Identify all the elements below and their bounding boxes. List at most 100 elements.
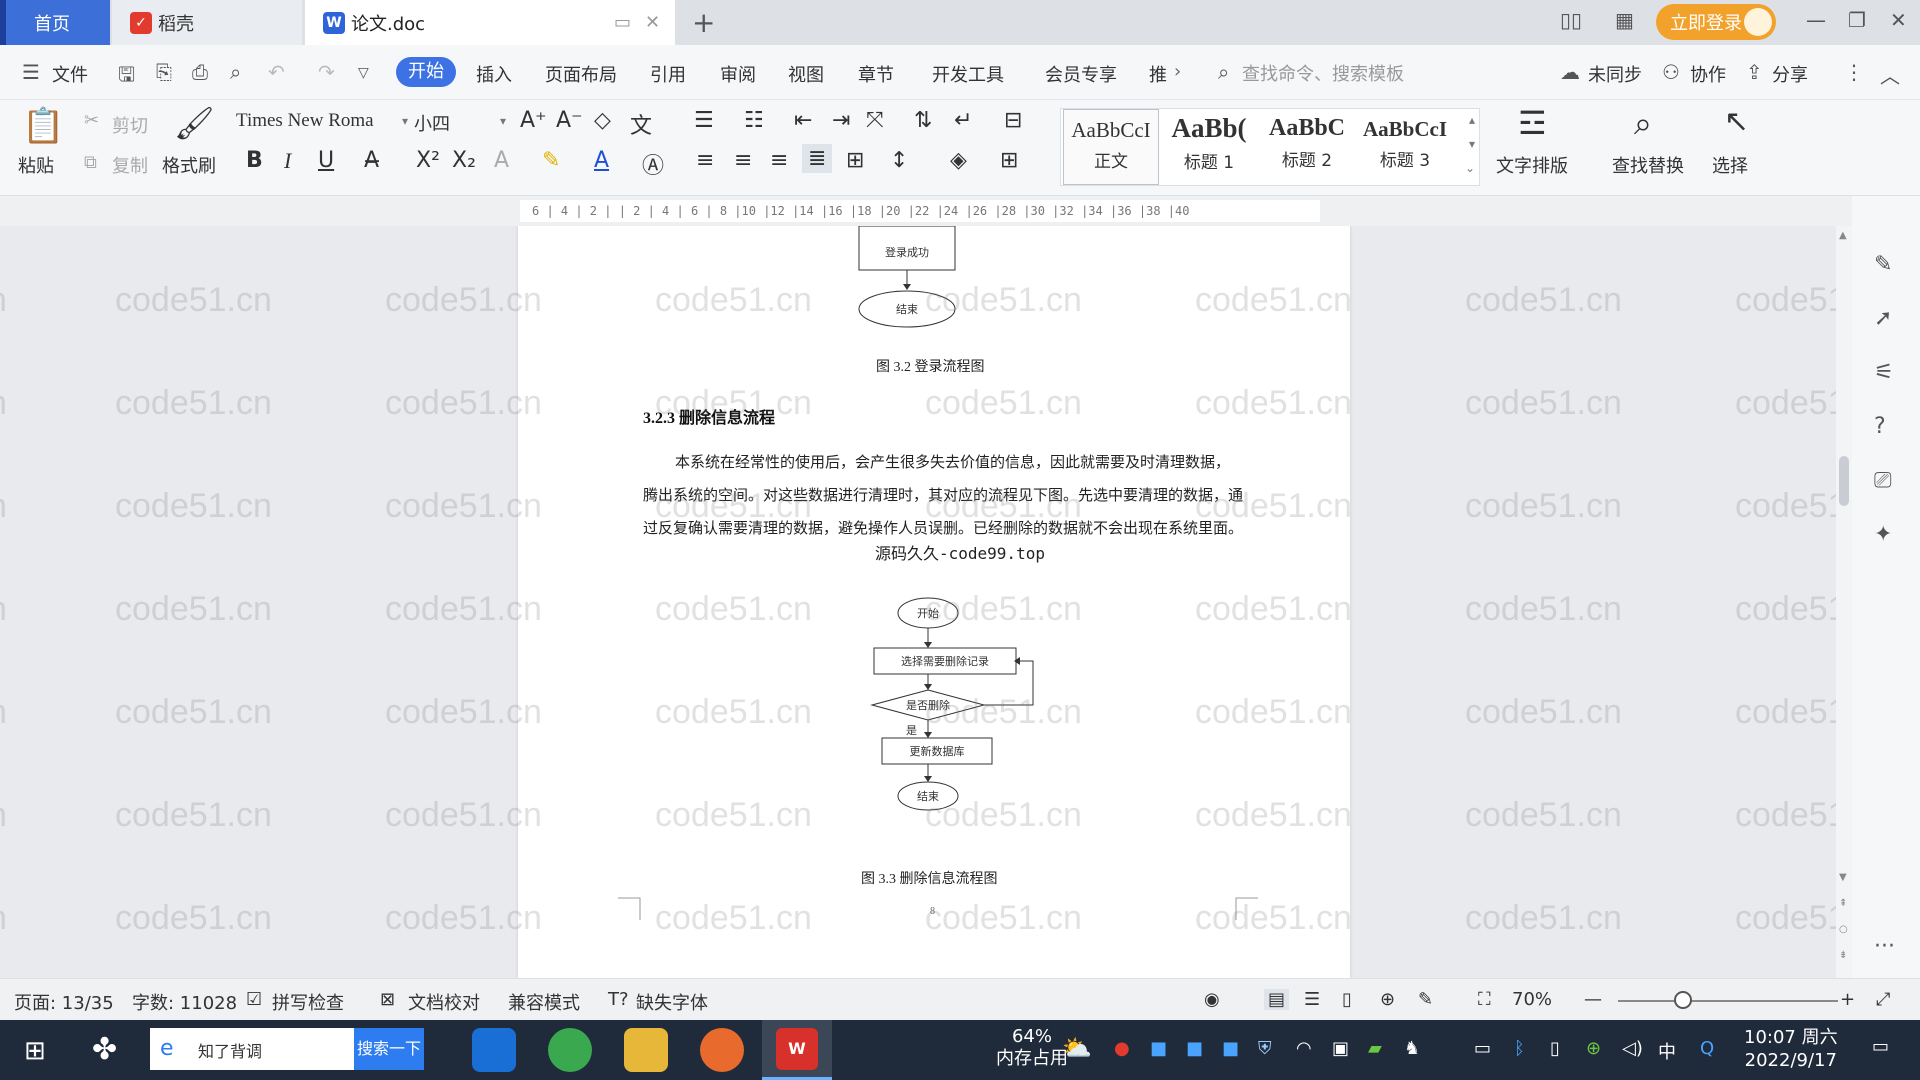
more-tabs-icon[interactable]: › <box>1174 61 1181 82</box>
font-name-select[interactable]: Times New Roma ▾ <box>236 110 412 138</box>
notification-icon[interactable]: ▭ <box>1872 1036 1889 1057</box>
document-page[interactable]: 登录成功 结束 图 3.2 登录流程图 3.2.3 删除信息流程 本系统在经常性… <box>518 226 1350 978</box>
bluetooth-icon[interactable]: ᛒ <box>1514 1038 1525 1059</box>
tab-developer[interactable]: 开发工具 <box>932 61 1004 87</box>
style-scroll-down-icon[interactable]: ▾ <box>1469 137 1475 151</box>
text-layout-button[interactable]: 文字排版 <box>1496 152 1568 178</box>
export-pdf-icon[interactable]: ⎘ <box>156 60 172 84</box>
volume-icon[interactable]: ◁) <box>1622 1038 1643 1059</box>
text-layout-icon[interactable]: ☲ <box>1518 104 1547 142</box>
fit-page-icon[interactable]: ⛶ <box>1478 989 1491 1010</box>
weather-icon[interactable]: ⛅ <box>1062 1034 1092 1062</box>
tab-close-icon[interactable]: ✕ <box>645 12 660 33</box>
numbered-list-icon[interactable]: ☷ <box>744 108 764 133</box>
highlight-icon[interactable]: ✎ <box>542 148 560 173</box>
select-cursor-icon[interactable]: ↖ <box>1724 104 1749 139</box>
tab-page-layout[interactable]: 页面布局 <box>545 61 617 87</box>
tab-member[interactable]: 会员专享 <box>1045 61 1117 87</box>
wps-taskbar-item[interactable]: W <box>762 1020 832 1080</box>
memory-usage[interactable]: 64% 内存占用 <box>996 1026 1068 1070</box>
select-button[interactable]: 选择 <box>1712 152 1748 178</box>
tray-app-2-icon[interactable]: ■ <box>1150 1038 1167 1059</box>
align-left-icon[interactable]: ≡ <box>696 148 714 173</box>
bold-icon[interactable]: B <box>246 148 263 173</box>
document-area[interactable]: 登录成功 结束 图 3.2 登录流程图 3.2.3 删除信息流程 本系统在经常性… <box>0 226 1836 978</box>
read-view-icon[interactable]: ▯ <box>1342 989 1352 1010</box>
align-center-icon[interactable]: ≡ <box>734 148 752 173</box>
minimize-icon[interactable]: — <box>1806 8 1826 32</box>
page-view-icon[interactable]: ▤ <box>1264 989 1290 1010</box>
more-panel-icon[interactable]: ··· <box>1874 934 1895 959</box>
style-expand-icon[interactable]: ⌄ <box>1465 161 1475 175</box>
360-browser-icon[interactable] <box>548 1028 592 1072</box>
command-search-input[interactable]: 查找命令、搜索模板 <box>1242 60 1404 86</box>
windows-start-icon[interactable]: ⊞ <box>24 1036 46 1066</box>
collaborate-button[interactable]: 协作 <box>1690 61 1726 87</box>
shrink-font-icon[interactable]: A⁻ <box>556 108 583 133</box>
italic-icon[interactable]: I <box>284 148 291 174</box>
tray-plus-icon[interactable]: ⊕ <box>1586 1038 1601 1059</box>
zoom-slider-knob[interactable] <box>1674 991 1692 1009</box>
tray-app-1-icon[interactable]: ● <box>1114 1038 1130 1059</box>
distribute-icon[interactable]: ⊞ <box>846 148 864 173</box>
chinese-layout-icon[interactable]: ⤧ <box>866 108 884 133</box>
share-button[interactable]: 分享 <box>1772 61 1808 87</box>
tab-start[interactable]: 开始 <box>396 57 456 87</box>
spellcheck-button[interactable]: 拼写检查 <box>272 989 344 1015</box>
usb-icon[interactable]: ▯ <box>1550 1038 1560 1059</box>
taskbar-search-box[interactable]: e 知了背调 搜索一下 <box>150 1028 424 1070</box>
battery-icon[interactable]: ▭ <box>1474 1038 1491 1059</box>
zoom-in-icon[interactable]: + <box>1840 989 1855 1010</box>
ai-icon[interactable]: ✦ <box>1874 522 1892 547</box>
tab-daoke[interactable]: ✓ 稻壳 <box>112 0 302 45</box>
tray-app-3-icon[interactable]: ■ <box>1186 1038 1203 1059</box>
menu-file[interactable]: 文件 <box>52 61 88 87</box>
new-tab-button[interactable]: + <box>692 6 715 39</box>
print-preview-icon[interactable]: ⌕ <box>230 60 241 84</box>
tray-app-4-icon[interactable]: ■ <box>1222 1038 1239 1059</box>
page-indicator[interactable]: 页面: 13/35 <box>14 989 114 1015</box>
file-explorer-icon[interactable] <box>624 1028 668 1072</box>
print-icon[interactable]: ⎙ <box>192 60 208 84</box>
font-color-icon[interactable]: A <box>594 148 609 173</box>
more-options-icon[interactable]: ⋮ <box>1844 60 1864 84</box>
find-replace-button[interactable]: 查找替换 <box>1612 152 1684 178</box>
vertical-scrollbar[interactable]: ▲ ▼ ⇞ ○ ⇟ <box>1836 226 1852 978</box>
system-clock[interactable]: 10:07 周六 2022/9/17 <box>1744 1026 1838 1072</box>
increase-indent-icon[interactable]: ⇥ <box>832 108 850 133</box>
collapse-ribbon-icon[interactable]: ︿ <box>1880 60 1900 89</box>
word-count[interactable]: 字数: 11028 <box>132 989 237 1015</box>
adjust-icon[interactable]: ⚟ <box>1874 360 1894 385</box>
shading-icon[interactable]: ◈ <box>950 148 967 173</box>
text-effect-icon[interactable]: A <box>494 148 509 173</box>
decrease-indent-icon[interactable]: ⇤ <box>794 108 812 133</box>
fullscreen-icon[interactable]: ⤢ <box>1876 989 1890 1010</box>
outline-view-icon[interactable]: ☰ <box>1304 989 1320 1010</box>
missing-font-button[interactable]: 缺失字体 <box>636 989 708 1015</box>
tray-app-5-icon[interactable]: ▣ <box>1332 1038 1349 1059</box>
scroll-up-icon[interactable]: ▲ <box>1839 230 1847 241</box>
search-tray-icon[interactable]: Q <box>1700 1038 1714 1059</box>
help-icon[interactable]: ? <box>1874 414 1886 439</box>
zoom-value[interactable]: 70% <box>1512 989 1552 1010</box>
phonetic-icon[interactable]: 文 <box>630 108 652 140</box>
nvidia-icon[interactable]: ▰ <box>1368 1038 1382 1059</box>
qq-icon[interactable]: ♞ <box>1404 1038 1420 1059</box>
horizontal-ruler[interactable]: 6 | 4 | 2 | | 2 | 4 | 6 | 8 |10 |12 |14 … <box>0 196 1920 226</box>
pen-icon[interactable]: ✎ <box>1874 252 1892 277</box>
show-marks-icon[interactable]: ↵ <box>954 108 972 133</box>
shield-icon[interactable]: ⛨ <box>1258 1038 1272 1059</box>
find-replace-icon[interactable]: ⌕ <box>1634 104 1652 143</box>
paste-icon[interactable]: 📋 <box>22 106 64 146</box>
ime-indicator[interactable]: 中 <box>1658 1038 1676 1064</box>
tab-references[interactable]: 引用 <box>650 61 686 87</box>
save-icon[interactable]: 🖫 <box>118 60 135 94</box>
tab-view[interactable]: 视图 <box>788 61 824 87</box>
write-mode-icon[interactable]: ✎ <box>1418 989 1433 1010</box>
media-app-icon[interactable] <box>700 1028 744 1072</box>
next-page-icon[interactable]: ⇟ <box>1839 950 1847 961</box>
superscript-icon[interactable]: X² <box>416 148 440 173</box>
borders-icon[interactable]: ⊞ <box>1000 148 1018 173</box>
tab-review[interactable]: 审阅 <box>720 61 756 87</box>
style-heading-1[interactable]: AaBb( 标题 1 <box>1161 109 1257 185</box>
